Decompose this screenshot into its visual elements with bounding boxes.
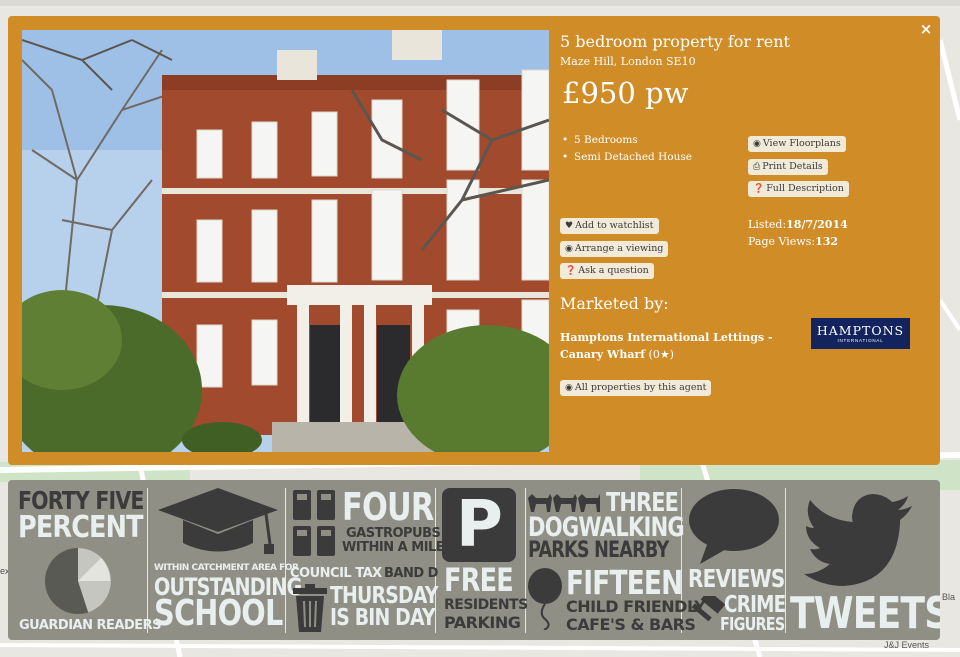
- pubs-count: FOUR: [342, 485, 434, 529]
- pint-glasses-icon: [293, 490, 335, 556]
- parking-line1: FREE: [444, 561, 514, 599]
- pubs-line2: WITHIN A MILE: [342, 540, 445, 555]
- bin-icon: [293, 584, 327, 632]
- cafes-count: FIFTEEN: [566, 563, 683, 602]
- eye-icon: ◉: [565, 383, 573, 393]
- feature-item: 5 Bedrooms: [560, 132, 692, 149]
- agent-logo-text: HAMPTONS: [816, 323, 905, 338]
- divider: [285, 488, 286, 633]
- property-photo-image: [22, 30, 549, 452]
- balloon-icon: [528, 568, 562, 630]
- divider: [147, 488, 148, 633]
- speech-bubble-icon: [689, 489, 779, 564]
- parking-icon: P: [442, 488, 516, 562]
- ask-question-label: Ask a question: [578, 265, 649, 276]
- property-address: Maze Hill, London SE10: [560, 55, 696, 68]
- council-tax-label: COUNCIL TAX: [290, 566, 382, 581]
- dogs-line1: DOGWALKING: [528, 512, 685, 543]
- agent-logo-subtext: INTERNATIONAL: [837, 338, 884, 343]
- crime-line2: FIGURES: [720, 614, 785, 635]
- dogs-icon: [528, 494, 600, 512]
- map-label: Bla: [942, 592, 956, 602]
- marketed-by-heading: Marketed by:: [560, 294, 669, 313]
- all-properties-button[interactable]: ◉ All properties by this agent: [560, 380, 712, 396]
- tweets-label: TWEETS: [790, 588, 940, 639]
- print-details-label: Print Details: [762, 161, 823, 172]
- agent-info: Hamptons International Lettings - Canary…: [560, 329, 800, 363]
- heart-icon: ♥: [565, 221, 574, 231]
- pubs-line1: GASTROPUBS: [346, 526, 441, 541]
- parking-letter: P: [456, 488, 503, 562]
- school-line1: WITHIN CATCHMENT AREA FOR: [154, 563, 299, 573]
- reviews-label: REVIEWS: [688, 564, 785, 593]
- arrange-viewing-button[interactable]: ◉ Arrange a viewing: [560, 241, 669, 257]
- print-details-button[interactable]: ⎙ Print Details: [748, 159, 828, 175]
- guardian-pie-chart: [45, 548, 111, 614]
- parking-line2: RESIDENTS: [444, 597, 528, 613]
- page-views-value: 132: [815, 235, 839, 248]
- ask-question-button[interactable]: ❓ Ask a question: [560, 263, 654, 279]
- bin-line2: IS BIN DAY: [330, 605, 436, 631]
- dogs-line2: PARKS NEARBY: [528, 538, 669, 563]
- eye-icon: ◉: [753, 139, 761, 149]
- property-price: £950 pw: [562, 76, 689, 110]
- arrange-viewing-label: Arrange a viewing: [574, 243, 664, 254]
- print-icon: ⎙: [753, 162, 761, 172]
- parking-line3: PARKING: [444, 613, 521, 632]
- page-views-stat: Page Views:132: [748, 235, 838, 248]
- add-to-watchlist-label: Add to watchlist: [575, 220, 654, 231]
- cafes-line2: CAFE'S & BARS: [566, 615, 696, 634]
- eye-icon: ◉: [565, 244, 573, 254]
- info-icon: ❓: [753, 184, 765, 194]
- cafes-line1: CHILD FRIENDLY: [566, 597, 706, 616]
- all-properties-label: All properties by this agent: [574, 382, 707, 393]
- guardian-line3: GUARDIAN READERS: [19, 618, 162, 633]
- graduation-cap-icon: [158, 488, 278, 554]
- school-line3: SCHOOL: [154, 593, 283, 634]
- close-icon[interactable]: ×: [916, 18, 936, 40]
- agent-logo[interactable]: HAMPTONS INTERNATIONAL: [811, 318, 910, 349]
- listed-label: Listed:: [748, 218, 787, 231]
- twitter-bird-icon: [804, 494, 912, 586]
- map-label: J&J Events: [884, 640, 930, 650]
- agent-rating: (0★): [648, 348, 674, 361]
- page-views-label: Page Views:: [748, 235, 816, 248]
- feature-list: 5 Bedrooms Semi Detached House: [560, 132, 692, 166]
- divider: [435, 488, 436, 633]
- full-description-label: Full Description: [766, 183, 844, 194]
- property-title: 5 bedroom property for rent: [560, 32, 790, 51]
- view-floorplans-label: View Floorplans: [762, 138, 841, 149]
- full-description-button[interactable]: ❓ Full Description: [748, 181, 849, 197]
- property-photo[interactable]: [22, 30, 549, 452]
- add-to-watchlist-button[interactable]: ♥ Add to watchlist: [560, 218, 659, 234]
- listed-stat: Listed:18/7/2014: [748, 218, 848, 231]
- listed-value: 18/7/2014: [786, 218, 848, 231]
- guardian-line2: PERCENT: [18, 510, 144, 545]
- area-infographic: FORTY FIVE PERCENT GUARDIAN READERS WITH…: [8, 480, 940, 640]
- council-tax-band: BAND D: [384, 566, 438, 581]
- feature-item: Semi Detached House: [560, 149, 692, 166]
- view-floorplans-button[interactable]: ◉ View Floorplans: [748, 136, 846, 152]
- question-icon: ❓: [565, 266, 577, 276]
